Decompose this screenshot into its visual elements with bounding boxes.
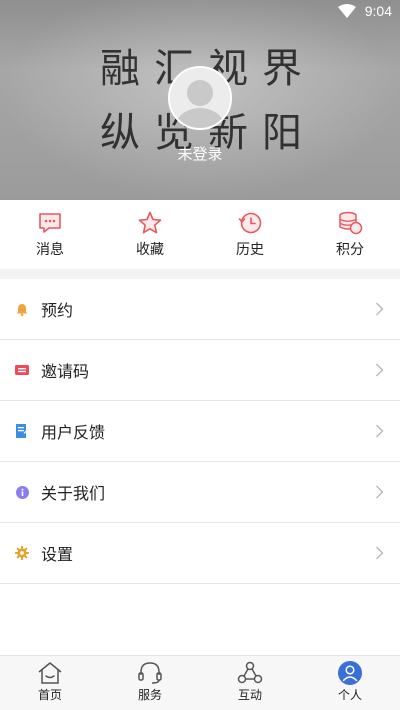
chevron-right-icon bbox=[376, 424, 384, 438]
status-time: 9:04 bbox=[364, 3, 392, 19]
message-icon bbox=[39, 213, 61, 233]
menu-item-reservation[interactable]: 预约 bbox=[0, 279, 400, 340]
info-icon bbox=[15, 485, 29, 499]
nav-tab-label: 个人 bbox=[337, 688, 362, 702]
menu-item-label: 设置 bbox=[41, 545, 74, 564]
menu-item-label: 关于我们 bbox=[41, 484, 106, 503]
nav-tab-home[interactable]: 首页 bbox=[0, 656, 100, 710]
quick-action-favorites[interactable]: 收藏 bbox=[100, 200, 200, 269]
avatar-placeholder-icon bbox=[170, 68, 230, 128]
person-icon bbox=[338, 661, 362, 685]
menu-item-settings[interactable]: 设置 bbox=[0, 523, 400, 584]
menu-item-feedback[interactable]: 用户反馈 bbox=[0, 401, 400, 462]
menu-item-label: 预约 bbox=[41, 301, 74, 320]
nav-tab-label: 服务 bbox=[137, 688, 162, 702]
quick-actions: 消息 收藏 历史 积分 bbox=[0, 200, 400, 269]
ticket-icon bbox=[15, 363, 29, 377]
avatar[interactable] bbox=[168, 66, 232, 130]
status-bar: 9:04 bbox=[0, 0, 400, 24]
quick-action-label: 消息 bbox=[36, 242, 64, 258]
nav-tab-service[interactable]: 服务 bbox=[100, 656, 200, 710]
nav-tab-interaction[interactable]: 互动 bbox=[200, 656, 300, 710]
menu-item-label: 邀请码 bbox=[41, 362, 90, 381]
quick-action-points[interactable]: 积分 bbox=[300, 200, 400, 269]
menu-item-about-us[interactable]: 关于我们 bbox=[0, 462, 400, 523]
profile-header: 融汇视界 纵览新阳 9:04 未登录 bbox=[0, 0, 400, 200]
chevron-right-icon bbox=[376, 302, 384, 316]
coins-icon bbox=[339, 211, 363, 235]
quick-action-label: 积分 bbox=[336, 242, 364, 258]
quick-action-label: 收藏 bbox=[136, 242, 164, 258]
menu-item-invite-code[interactable]: 邀请码 bbox=[0, 340, 400, 401]
share-nodes-icon bbox=[237, 661, 263, 684]
headset-icon bbox=[138, 662, 162, 684]
quick-action-messages[interactable]: 消息 bbox=[0, 200, 100, 269]
bottom-navigation: 首页 服务 互动 个人 bbox=[0, 655, 400, 710]
star-icon bbox=[138, 211, 162, 234]
nav-tab-label: 首页 bbox=[37, 688, 62, 702]
chevron-right-icon bbox=[376, 485, 384, 499]
settings-menu: 预约 邀请码 用户反馈 关于我们 设置 bbox=[0, 279, 400, 584]
section-divider bbox=[0, 269, 400, 279]
wifi-icon bbox=[338, 4, 356, 18]
quick-action-history[interactable]: 历史 bbox=[200, 200, 300, 269]
login-status-text[interactable]: 未登录 bbox=[0, 143, 400, 164]
chevron-right-icon bbox=[376, 546, 384, 560]
home-icon bbox=[38, 662, 62, 684]
menu-item-label: 用户反馈 bbox=[41, 423, 106, 442]
feedback-icon bbox=[15, 424, 29, 438]
quick-action-label: 历史 bbox=[236, 242, 264, 258]
nav-tab-profile[interactable]: 个人 bbox=[300, 656, 400, 710]
chevron-right-icon bbox=[376, 363, 384, 377]
gear-icon bbox=[15, 546, 29, 560]
bell-icon bbox=[15, 302, 29, 316]
nav-tab-label: 互动 bbox=[237, 688, 262, 702]
history-icon bbox=[238, 212, 262, 234]
